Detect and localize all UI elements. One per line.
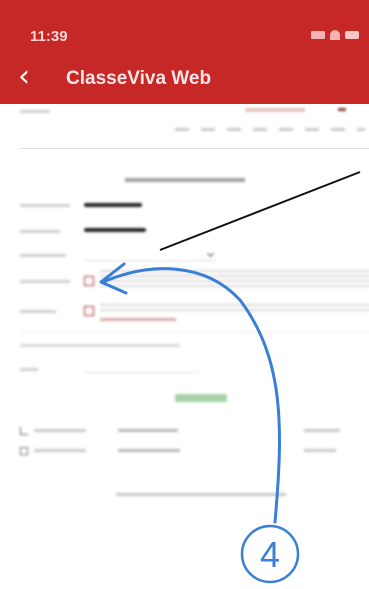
battery-icon xyxy=(345,31,359,39)
consent-checkbox[interactable] xyxy=(84,306,94,316)
status-bar: 11:39 xyxy=(0,0,369,52)
document-icon xyxy=(20,447,28,455)
date-input[interactable] xyxy=(84,362,199,373)
status-time: 11:39 xyxy=(30,28,68,45)
select-field[interactable] xyxy=(84,250,216,261)
privacy-form xyxy=(20,203,369,424)
status-icons xyxy=(311,30,359,40)
redacted-value xyxy=(84,228,146,232)
nav-title: ClasseViva Web xyxy=(66,68,212,89)
wifi-icon xyxy=(330,30,340,40)
form-title-placeholder xyxy=(125,178,245,182)
signal-icon xyxy=(311,31,325,39)
step-number-circle xyxy=(240,524,300,584)
divider xyxy=(20,148,369,149)
footer-links xyxy=(20,427,369,517)
chevron-left-icon[interactable]: ‹ xyxy=(18,62,30,92)
web-header-strip xyxy=(0,104,369,144)
footer-link[interactable] xyxy=(118,429,178,432)
pen-icon xyxy=(20,427,28,435)
navigation-bar: ‹ ClasseViva Web xyxy=(0,52,369,104)
redacted-value xyxy=(84,203,142,207)
footer-link[interactable] xyxy=(118,449,180,452)
privacy-checkbox[interactable] xyxy=(84,276,94,286)
step-number: 4 xyxy=(260,534,280,575)
confirm-button[interactable] xyxy=(175,394,227,402)
